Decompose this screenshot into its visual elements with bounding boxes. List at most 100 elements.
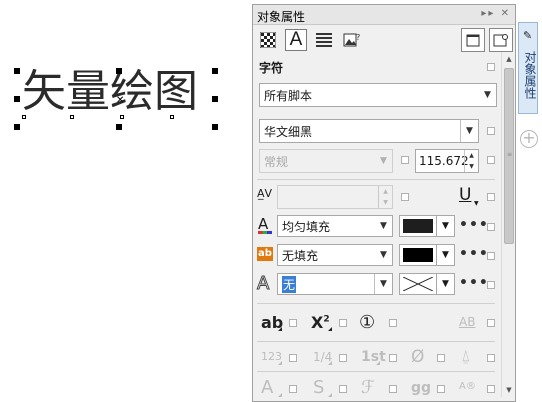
chevron-down-icon[interactable]: ▼: [374, 150, 392, 172]
fill-checkbox[interactable]: [487, 223, 495, 231]
slashed-zero-checkbox[interactable]: [437, 354, 445, 362]
background-settings-more-icon[interactable]: •••: [459, 246, 489, 262]
section-checkbox[interactable]: [487, 63, 495, 71]
allcaps-feature-button[interactable]: AB: [459, 316, 475, 328]
background-color-swatch[interactable]: [399, 244, 437, 266]
ligature-feature-button[interactable]: gg: [411, 381, 431, 395]
character-tab-button[interactable]: A: [285, 29, 307, 51]
feature-corner-icon: [328, 361, 332, 365]
outline-checkbox[interactable]: [487, 281, 495, 289]
allcaps-checkbox[interactable]: [487, 319, 495, 327]
node-handle[interactable]: [120, 115, 124, 119]
node-handle[interactable]: [22, 115, 26, 119]
background-color-dropdown[interactable]: ▼: [437, 244, 455, 266]
stylistic-checkbox[interactable]: [339, 385, 347, 393]
swash-feature-button[interactable]: A: [261, 379, 273, 397]
view-text-button[interactable]: [489, 28, 513, 52]
font-size-input[interactable]: 115.672 ▲ ▼: [415, 149, 479, 173]
center-marker-icon: ✕: [116, 95, 125, 106]
historical-feature-button[interactable]: A®: [459, 382, 476, 392]
outline-settings-more-icon[interactable]: •••: [459, 275, 489, 291]
ligature-checkbox[interactable]: [437, 385, 445, 393]
sidetab-object-properties[interactable]: ✎ 对象属性: [518, 22, 538, 114]
swash-checkbox[interactable]: [289, 385, 297, 393]
chevron-down-icon[interactable]: ▼: [460, 120, 478, 142]
titling-checkbox[interactable]: [389, 385, 397, 393]
frame-tab-button[interactable]: ?: [341, 29, 363, 51]
underline-icon[interactable]: U: [459, 187, 471, 204]
divider: [257, 303, 495, 304]
outline-color-dropdown[interactable]: ▼: [437, 273, 455, 295]
selection-handle[interactable]: [212, 68, 218, 74]
titling-feature-button[interactable]: ℱ: [361, 379, 375, 397]
chevron-down-icon[interactable]: ▼: [374, 245, 392, 265]
selection-handle[interactable]: [116, 124, 122, 130]
ordinal-checkbox[interactable]: [389, 354, 397, 362]
outline-width-value[interactable]: 无: [282, 275, 297, 293]
page-settings-icon: [493, 34, 508, 47]
kerning-input[interactable]: ▲ ▼: [277, 185, 393, 209]
kerning-checkbox[interactable]: [401, 193, 409, 201]
font-style-select[interactable]: 常规 ▼: [259, 149, 393, 173]
fill-color-swatch[interactable]: [399, 215, 437, 237]
font-size-spinner[interactable]: ▲ ▼: [464, 150, 478, 172]
background-fill-select[interactable]: 无填充 ▼: [277, 244, 393, 266]
feature-corner-icon: [278, 327, 282, 331]
circled-feature-button[interactable]: ①: [359, 314, 375, 332]
fill-color-dropdown[interactable]: ▼: [437, 215, 455, 237]
script-select[interactable]: 所有脚本 ▼: [259, 83, 497, 107]
add-docker-icon[interactable]: +: [520, 130, 538, 148]
script-select-value: 所有脚本: [264, 88, 313, 103]
feature-corner-icon: [328, 393, 332, 397]
selection-handle[interactable]: [14, 96, 20, 102]
outline-color-swatch[interactable]: [399, 273, 437, 295]
underline-dropdown-icon[interactable]: ▼: [474, 200, 479, 207]
font-name-select[interactable]: 华文细黑 ▼: [259, 119, 479, 143]
paragraph-tab-button[interactable]: [313, 29, 335, 51]
view-frame-button[interactable]: [461, 28, 485, 52]
chevron-down-icon[interactable]: ▼: [374, 216, 392, 236]
scroll-up-icon[interactable]: ▲: [502, 52, 516, 66]
fill-settings-more-icon[interactable]: •••: [459, 217, 489, 233]
superscript-feature-button[interactable]: X2: [311, 315, 330, 331]
chevron-down-icon[interactable]: ▼: [374, 274, 392, 294]
historical-checkbox[interactable]: [487, 385, 495, 393]
scroll-down-icon[interactable]: ▼: [502, 383, 516, 397]
divider: [257, 371, 495, 372]
oldstyle-checkbox[interactable]: [289, 354, 297, 362]
superscript-checkbox[interactable]: [339, 319, 347, 327]
circled-checkbox[interactable]: [389, 319, 397, 327]
fraction-checkbox[interactable]: [339, 354, 347, 362]
selection-handle[interactable]: [14, 68, 20, 74]
contextual-feature-button[interactable]: ⍙: [461, 348, 471, 364]
outline-width-select[interactable]: 无 ▼: [277, 273, 393, 295]
text-fill-icon: A: [258, 215, 269, 233]
node-handle[interactable]: [70, 115, 74, 119]
kerning-spinner[interactable]: ▲ ▼: [378, 186, 392, 208]
stylistic-feature-button[interactable]: S: [313, 379, 324, 397]
fill-color-dots-icon: [258, 231, 272, 234]
selection-handle[interactable]: [212, 96, 218, 102]
selection-handle[interactable]: [212, 124, 218, 130]
node-handle[interactable]: [170, 115, 174, 119]
underline-checkbox[interactable]: [487, 193, 495, 201]
selection-handle[interactable]: [116, 68, 122, 74]
superscript-mark: 2: [323, 314, 330, 325]
panel-scrollbar[interactable]: ▲ ≡ ▼: [501, 52, 515, 397]
font-size-checkbox[interactable]: [487, 156, 495, 164]
contextual-checkbox[interactable]: [487, 354, 495, 362]
selection-handle[interactable]: [14, 124, 20, 130]
font-name-checkbox[interactable]: [487, 127, 495, 135]
ordinal-feature-button[interactable]: 1st: [361, 350, 386, 364]
fill-tab-button[interactable]: [257, 29, 279, 51]
font-style-checkbox[interactable]: [401, 156, 409, 164]
scroll-thumb[interactable]: ≡: [504, 68, 514, 244]
chevron-down-icon[interactable]: ▼: [478, 84, 496, 106]
lowercase-checkbox[interactable]: [289, 319, 297, 327]
divider: [257, 179, 495, 180]
fill-type-select[interactable]: 均匀填充 ▼: [277, 215, 393, 237]
background-checkbox[interactable]: [487, 252, 495, 260]
slashed-zero-feature-button[interactable]: Ø: [411, 349, 424, 366]
panel-title-controls[interactable]: ▸▸ ✕: [481, 8, 511, 19]
canvas-text-object[interactable]: 矢量绘图: [22, 70, 198, 114]
